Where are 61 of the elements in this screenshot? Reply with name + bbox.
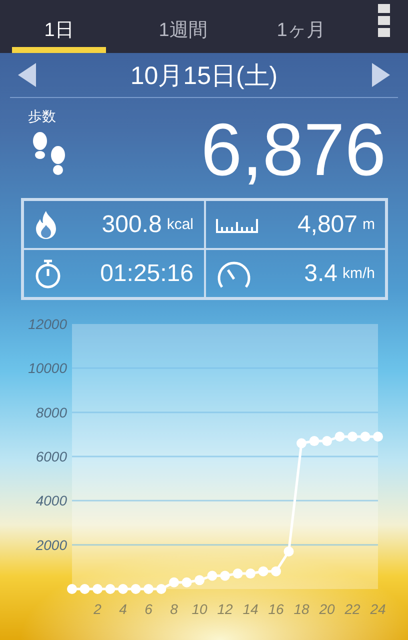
data-point bbox=[258, 566, 268, 576]
data-point bbox=[271, 566, 281, 576]
data-point bbox=[334, 432, 345, 442]
data-point bbox=[169, 577, 179, 588]
data-point bbox=[246, 568, 256, 579]
date-title: 10月15日(土) bbox=[130, 60, 278, 92]
tab[interactable]: 1週間 bbox=[136, 0, 230, 53]
data-point bbox=[296, 438, 306, 448]
data-point bbox=[284, 546, 294, 556]
steps-label: 歩数 bbox=[28, 108, 56, 126]
x-axis-label: 6 bbox=[144, 601, 152, 617]
stat-unit: km/h bbox=[342, 265, 375, 282]
stat-value: 3.4 bbox=[304, 260, 338, 288]
footprints-icon bbox=[30, 132, 68, 178]
stat-unit: m bbox=[362, 216, 375, 233]
data-point bbox=[232, 568, 243, 579]
x-axis-label: 2 bbox=[94, 601, 102, 617]
y-axis-label: 8000 bbox=[36, 404, 67, 420]
data-point bbox=[67, 584, 77, 594]
stat-value: 300.8 bbox=[102, 210, 162, 238]
data-point bbox=[156, 584, 166, 594]
stat-value: 01:25:16 bbox=[100, 260, 194, 288]
y-axis-label: 2000 bbox=[36, 536, 67, 553]
data-point bbox=[118, 584, 128, 594]
flame-icon bbox=[34, 210, 58, 238]
y-axis-label: 4000 bbox=[36, 492, 67, 509]
x-axis-label: 18 bbox=[294, 601, 310, 617]
data-point bbox=[182, 577, 192, 588]
tab[interactable]: 1ヶ月 bbox=[254, 0, 348, 53]
data-point bbox=[194, 575, 204, 586]
data-point bbox=[309, 436, 320, 446]
data-point bbox=[92, 584, 102, 594]
step-count: 6,876 bbox=[200, 110, 386, 190]
ruler-icon bbox=[216, 216, 258, 232]
stat-unit: kcal bbox=[166, 216, 194, 233]
x-axis-label: 10 bbox=[192, 601, 208, 617]
stat-value: 4,807 bbox=[297, 210, 358, 238]
stopwatch-icon bbox=[34, 258, 62, 288]
x-axis-label: 16 bbox=[268, 601, 284, 617]
x-axis-label: 22 bbox=[344, 601, 360, 617]
tab[interactable]: 1日 bbox=[12, 0, 106, 53]
x-axis-label: 4 bbox=[119, 601, 127, 617]
data-point bbox=[220, 570, 230, 581]
x-axis-label: 14 bbox=[242, 601, 258, 617]
x-axis-label: 20 bbox=[319, 601, 335, 617]
x-axis-label: 12 bbox=[217, 601, 233, 617]
x-axis-label: 24 bbox=[370, 601, 386, 617]
y-axis-label: 6000 bbox=[36, 448, 67, 464]
data-point bbox=[144, 584, 154, 594]
data-point bbox=[360, 432, 370, 442]
y-axis-label: 10000 bbox=[28, 360, 67, 376]
data-point bbox=[348, 432, 358, 442]
y-axis-label: 12000 bbox=[28, 316, 67, 332]
data-point bbox=[105, 584, 116, 594]
data-point bbox=[322, 436, 332, 446]
data-point bbox=[130, 584, 141, 594]
data-point bbox=[207, 570, 218, 581]
x-axis-label: 8 bbox=[170, 601, 178, 617]
data-point bbox=[373, 432, 383, 442]
menu-icon[interactable] bbox=[378, 4, 390, 38]
data-point bbox=[80, 584, 90, 594]
